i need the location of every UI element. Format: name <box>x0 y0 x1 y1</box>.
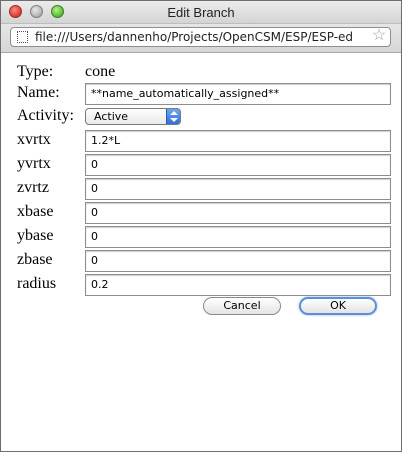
edit-branch-form: Type: cone Name: **name_automatically_as… <box>1 53 401 451</box>
cancel-button[interactable]: Cancel <box>203 297 281 315</box>
param-label-xbase: xbase <box>17 203 54 220</box>
param-input-zvrtz[interactable]: 0 <box>85 178 391 200</box>
edit-branch-window: Edit Branch file:///Users/dannenho/Proje… <box>0 0 402 452</box>
bookmark-star-icon[interactable]: ☆ <box>370 28 388 45</box>
activity-select[interactable]: Active <box>85 108 181 125</box>
url-field[interactable]: file:///Users/dannenho/Projects/OpenCSM/… <box>10 27 391 47</box>
param-input-zbase[interactable]: 0 <box>85 250 391 272</box>
type-value: cone <box>85 63 116 80</box>
param-label-xvrtx: xvrtx <box>17 131 51 148</box>
address-bar: file:///Users/dannenho/Projects/OpenCSM/… <box>1 24 401 53</box>
param-label-ybase: ybase <box>17 227 54 244</box>
param-input-ybase[interactable]: 0 <box>85 226 391 248</box>
param-input-yvrtx[interactable]: 0 <box>85 154 391 176</box>
activity-select-value: Active <box>94 110 129 123</box>
url-text[interactable]: file:///Users/dannenho/Projects/OpenCSM/… <box>35 30 353 44</box>
param-label-zvrtz: zvrtz <box>17 179 49 196</box>
param-label-zbase: zbase <box>17 251 53 268</box>
param-input-radius[interactable]: 0.2 <box>85 274 391 296</box>
param-input-xbase[interactable]: 0 <box>85 202 391 224</box>
page-icon <box>17 31 28 43</box>
param-label-radius: radius <box>17 275 57 292</box>
activity-label: Activity: <box>17 107 74 124</box>
updown-arrows-icon <box>166 109 180 124</box>
title-bar: Edit Branch <box>1 1 401 24</box>
ok-button[interactable]: OK <box>299 297 377 315</box>
window-title: Edit Branch <box>167 5 235 20</box>
param-label-yvrtx: yvrtx <box>17 155 51 172</box>
name-label: Name: <box>17 84 60 101</box>
type-label: Type: <box>17 63 54 80</box>
name-input[interactable]: **name_automatically_assigned** <box>85 83 391 105</box>
param-input-xvrtx[interactable]: 1.2*L <box>85 130 391 152</box>
